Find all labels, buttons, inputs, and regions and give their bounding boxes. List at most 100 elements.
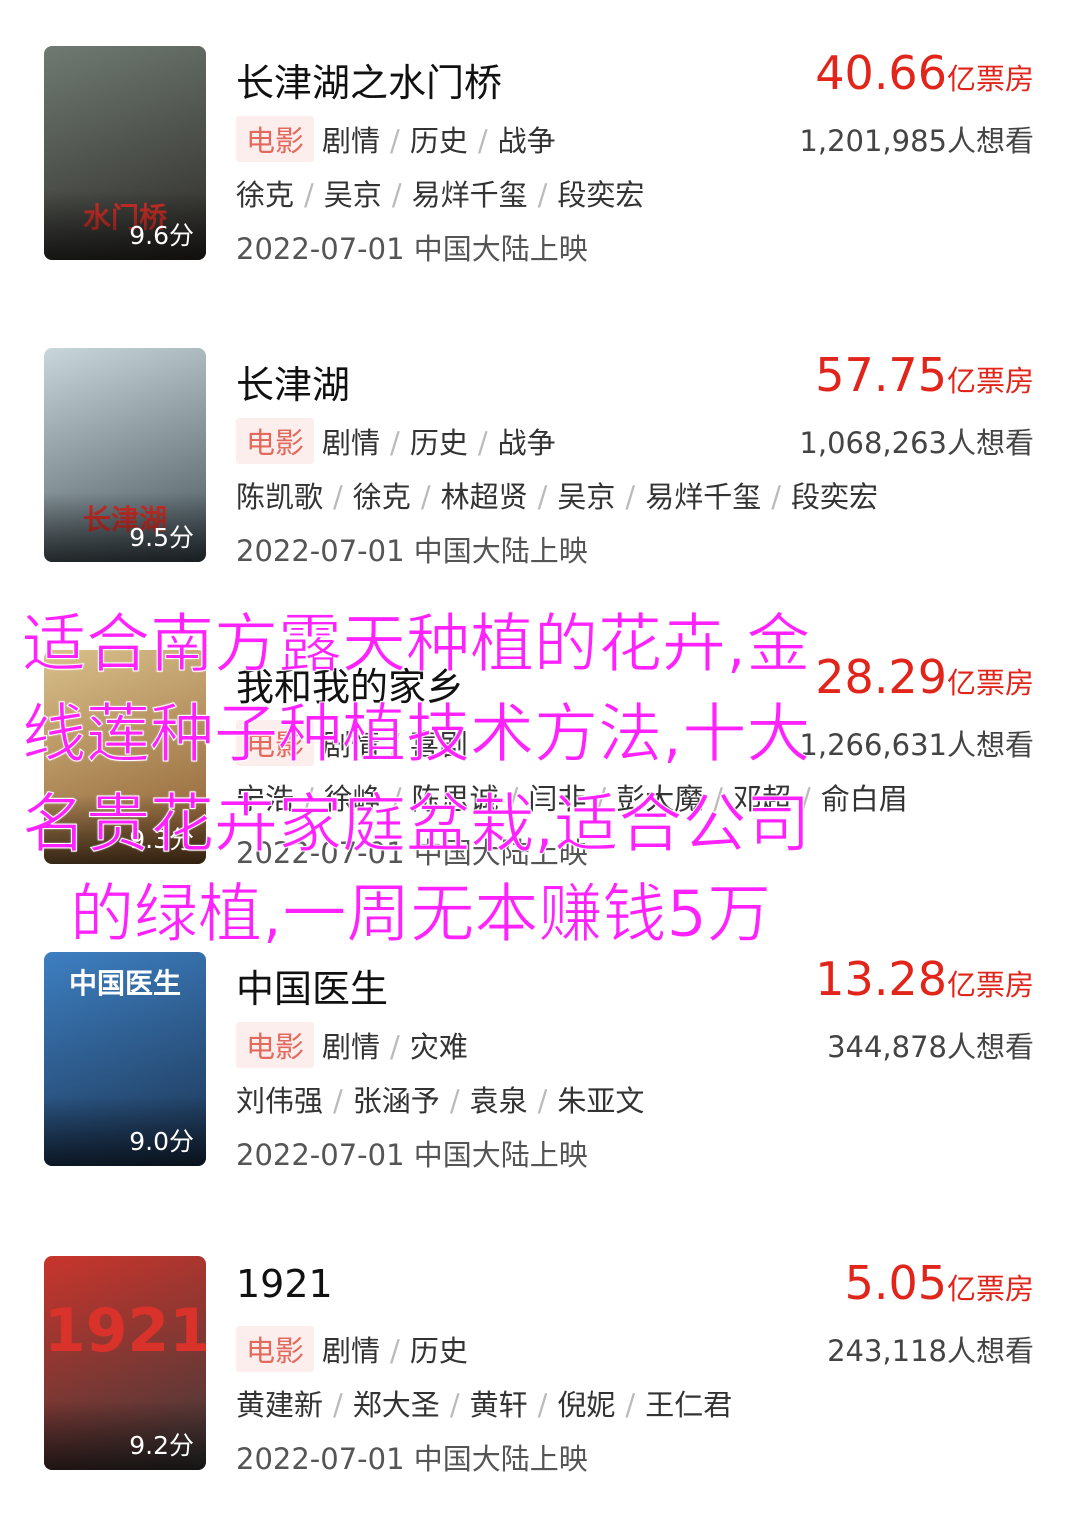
genre-label: 历史: [409, 1334, 468, 1368]
cast-name: 郑大圣: [352, 1388, 440, 1422]
box-office-unit: 亿票房: [946, 62, 1034, 96]
genre-row: 电影 剧情 / 历史 / 战争: [236, 116, 556, 162]
separator: /: [537, 178, 548, 212]
rating-score: 9.0分: [129, 1127, 194, 1156]
type-badge: 电影: [236, 116, 315, 162]
cast-name: 徐克: [236, 178, 295, 212]
genre-label: 历史: [409, 124, 468, 158]
release-date: 2022-07-01 中国大陆上映: [236, 1138, 588, 1172]
poster-title-art: 中国医生: [68, 967, 181, 1000]
type-badge: 电影: [236, 418, 315, 464]
cast-name: 陈凯歌: [236, 480, 324, 514]
cast-name: 朱亚文: [557, 1084, 645, 1118]
separator: /: [477, 426, 488, 460]
cast-name: 段奕宏: [557, 178, 645, 212]
separator: /: [390, 124, 400, 158]
overlay-caption: 适合南方露天种植的花卉,金 线莲种子种植技术方法,十大 名贵花卉家庭盆栽,适合公…: [22, 600, 1062, 960]
movie-row[interactable]: 1921 9.2分 1921 5.05亿票房电影 剧情 / 历史 243,118人想看黄建新 /…: [0, 1256, 1080, 1520]
cast-name: 袁泉: [469, 1084, 528, 1118]
separator: /: [390, 1334, 400, 1368]
genre-label: 剧情: [322, 1030, 381, 1064]
genre-row: 电影 剧情 / 历史: [236, 1326, 468, 1372]
cast-name: 林超贤: [440, 480, 528, 514]
box-office: 5.05亿票房: [845, 1256, 1034, 1310]
movie-poster[interactable]: 中国医生 9.0分: [44, 952, 206, 1166]
cast-name: 吴京: [323, 178, 382, 212]
box-office: 57.75亿票房: [815, 348, 1034, 402]
type-badge: 电影: [236, 1022, 315, 1068]
movie-title[interactable]: 长津湖之水门桥: [236, 52, 502, 107]
cast-name: 黄建新: [236, 1388, 324, 1422]
box-office: 40.66亿票房: [815, 46, 1034, 100]
box-office-unit: 亿票房: [946, 1272, 1034, 1306]
overlay-line: 适合南方露天种植的花卉,金: [22, 608, 811, 683]
separator: /: [390, 426, 400, 460]
genre-label: 历史: [409, 426, 468, 460]
separator: /: [477, 124, 488, 158]
box-office-value: 5.05: [844, 1256, 947, 1310]
genre-label: 战争: [497, 426, 556, 460]
separator: /: [333, 480, 343, 514]
cast-name: 徐克: [352, 480, 411, 514]
genre-label: 灾难: [409, 1030, 468, 1064]
genre-row: 电影 剧情 / 灾难: [236, 1022, 468, 1068]
genre-label: 剧情: [322, 1334, 381, 1368]
want-to-watch-count: 1,201,985人想看: [799, 124, 1034, 158]
cast-name: 刘伟强: [236, 1084, 324, 1118]
cast-name: 黄轩: [469, 1388, 528, 1422]
movie-poster[interactable]: 1921 9.2分: [44, 1256, 206, 1470]
poster-title-art: 1921: [44, 1296, 206, 1366]
separator: /: [537, 480, 548, 514]
overlay-line: 线莲种子种植技术方法,十大: [22, 698, 811, 773]
rating-score: 9.5分: [129, 523, 194, 552]
cast-row: 刘伟强 / 张涵予 / 袁泉 / 朱亚文: [236, 1078, 644, 1120]
genre-label: 剧情: [322, 426, 381, 460]
separator: /: [390, 1030, 400, 1064]
release-date: 2022-07-01 中国大陆上映: [236, 232, 588, 266]
separator: /: [625, 1388, 636, 1422]
separator: /: [391, 178, 402, 212]
separator: /: [333, 1388, 343, 1422]
genre-label: 战争: [497, 124, 556, 158]
separator: /: [420, 480, 431, 514]
box-office-unit: 亿票房: [946, 968, 1034, 1002]
box-office-value: 13.28: [815, 952, 947, 1006]
want-to-watch-count: 344,878人想看: [827, 1030, 1034, 1064]
box-office-unit: 亿票房: [946, 364, 1034, 398]
want-to-watch-count: 1,068,263人想看: [799, 426, 1034, 460]
movie-row[interactable]: 水门桥9.6分长津湖之水门桥40.66亿票房电影剧情/历史/战争1,201,98…: [0, 46, 1080, 346]
cast-name: 吴京: [557, 480, 616, 514]
cast-name: 倪妮: [557, 1388, 616, 1422]
cast-row: 陈凯歌 / 徐克 / 林超贤 / 吴京 / 易烊千玺 / 段奕宏: [236, 474, 878, 516]
type-badge: 电影: [236, 1326, 315, 1372]
movie-title[interactable]: 长津湖: [236, 354, 350, 409]
box-office-value: 57.75: [815, 348, 947, 402]
movie-poster[interactable]: 水门桥9.6分: [44, 46, 206, 260]
separator: /: [771, 480, 781, 514]
cast-row: 黄建新 / 郑大圣 / 黄轩 / 倪妮 / 王仁君: [236, 1382, 732, 1424]
rating-score: 9.6分: [129, 221, 194, 250]
cast-name: 段奕宏: [790, 480, 878, 514]
rating-score: 9.2分: [129, 1431, 194, 1460]
overlay-line: 名贵花卉家庭盆栽,适合公司: [22, 788, 811, 863]
separator: /: [449, 1388, 460, 1422]
movie-poster[interactable]: 长津湖9.5分: [44, 348, 206, 562]
release-date: 2022-07-01 中国大陆上映: [236, 1442, 588, 1476]
cast-row: 徐克 / 吴京 / 易烊千玺 / 段奕宏: [236, 172, 644, 214]
genre-label: 剧情: [322, 124, 381, 158]
genre-row: 电影 剧情 / 历史 / 战争: [236, 418, 556, 464]
movie-title[interactable]: 中国医生: [236, 958, 388, 1013]
box-office-value: 40.66: [815, 46, 947, 100]
separator: /: [537, 1388, 548, 1422]
overlay-line: 的绿植,一周无本赚钱5万: [70, 878, 772, 953]
movie-row[interactable]: 中国医生 9.0分 中国医生 13.28亿票房电影 剧情 / 灾难 344,878人想看刘伟强…: [0, 952, 1080, 1252]
want-to-watch-count: 243,118人想看: [827, 1334, 1034, 1368]
movie-title[interactable]: 1921: [236, 1262, 333, 1306]
separator: /: [625, 480, 636, 514]
release-date: 2022-07-01 中国大陆上映: [236, 534, 588, 568]
movie-list-page: 水门桥9.6分长津湖之水门桥40.66亿票房电影剧情/历史/战争1,201,98…: [0, 0, 1080, 1520]
box-office: 13.28亿票房: [815, 952, 1034, 1006]
cast-name: 易烊千玺: [645, 480, 762, 514]
separator: /: [537, 1084, 548, 1118]
cast-name: 张涵予: [352, 1084, 440, 1118]
